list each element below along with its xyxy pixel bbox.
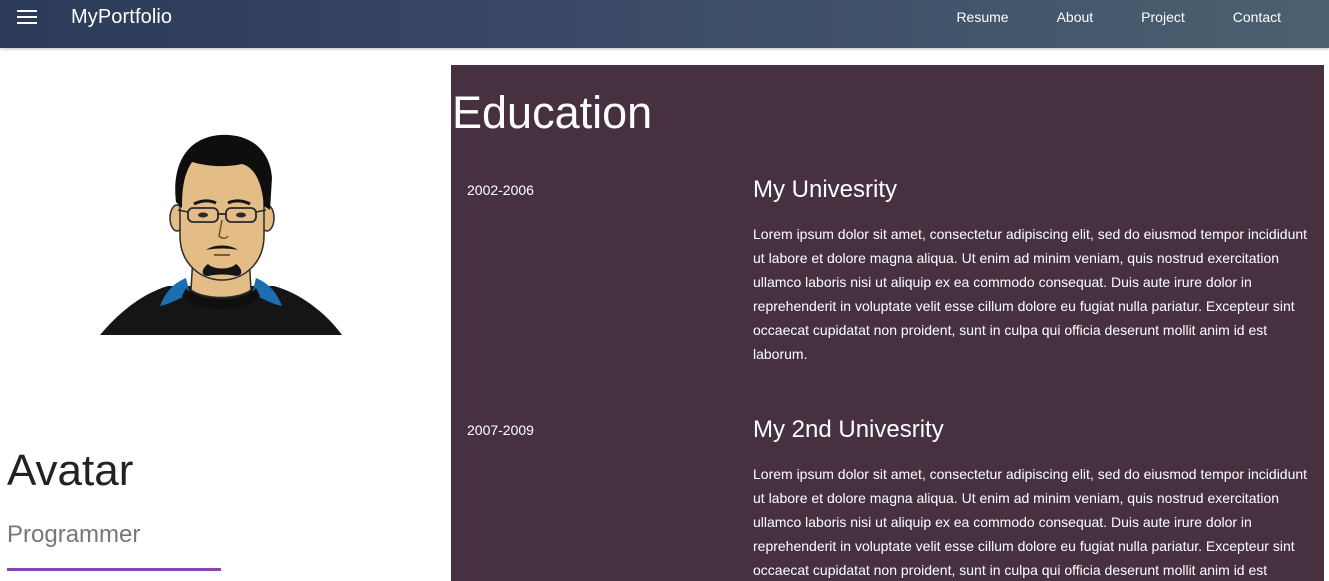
nav-link-resume[interactable]: Resume (956, 9, 1008, 25)
education-section: Education 2002-2006 My Univesrity Lorem … (451, 65, 1324, 581)
education-description: Lorem ipsum dolor sit amet, consectetur … (753, 226, 1308, 362)
education-school: My Univesrity (753, 176, 898, 203)
education-title: Education (452, 87, 653, 138)
profile-role: Programmer (7, 521, 141, 548)
nav-link-contact[interactable]: Contact (1233, 9, 1281, 25)
education-school: My 2nd Univesrity (753, 416, 944, 443)
education-years: 2007-2009 (467, 422, 534, 438)
brand-logo-text[interactable]: MyPortfolio (71, 6, 172, 29)
profile-name: Avatar (7, 446, 134, 495)
nav-link-about[interactable]: About (1057, 9, 1094, 25)
profile-accent-divider (7, 568, 221, 571)
education-description: Lorem ipsum dolor sit amet, consectetur … (753, 466, 1308, 578)
top-navbar: MyPortfolio Resume About Project Contact (0, 0, 1329, 48)
nav-links: Resume About Project Contact (908, 9, 1281, 25)
nav-link-project[interactable]: Project (1141, 9, 1185, 25)
education-years: 2002-2006 (467, 182, 534, 198)
hamburger-menu-icon[interactable] (17, 10, 37, 26)
avatar-illustration (100, 134, 342, 335)
